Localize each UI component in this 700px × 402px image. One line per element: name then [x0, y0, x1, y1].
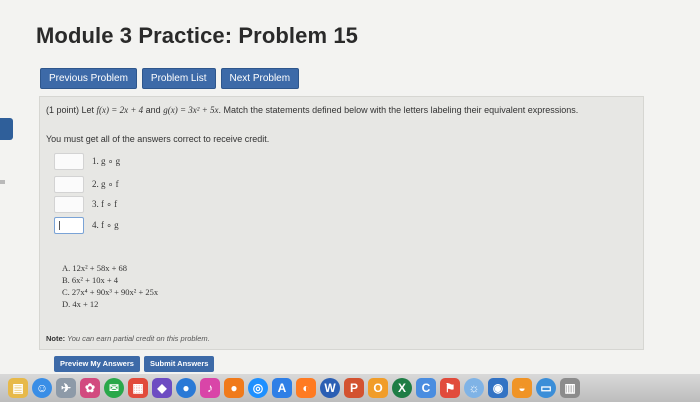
- blue-round-app-icon[interactable]: ●: [176, 378, 196, 398]
- question-label-4: 4. f ∘ g: [92, 220, 119, 230]
- system-app-icon[interactable]: ▭: [536, 378, 556, 398]
- answer-choice-d: D. 4x + 12: [62, 299, 99, 309]
- onenote-icon[interactable]: O: [368, 378, 388, 398]
- question-label-2: 2. g ∘ f: [92, 179, 119, 189]
- trash-icon[interactable]: ▥: [560, 378, 580, 398]
- itunes-icon[interactable]: ♪: [200, 378, 220, 398]
- page-title: Module 3 Practice: Problem 15: [36, 23, 359, 48]
- answer-input-2[interactable]: [54, 176, 84, 193]
- maps-app-icon[interactable]: ⚑: [440, 378, 460, 398]
- next-problem-button[interactable]: Next Problem: [220, 68, 300, 89]
- answer-input-3[interactable]: [54, 196, 84, 213]
- previous-problem-button[interactable]: Previous Problem: [40, 68, 137, 89]
- photos-app-icon[interactable]: ✿: [80, 378, 100, 398]
- left-sidebar-tab[interactable]: [0, 118, 13, 140]
- quicktime-icon[interactable]: ◉: [488, 378, 508, 398]
- question-row-2: 2. g ∘ f: [54, 176, 119, 193]
- chrome-icon[interactable]: C: [416, 378, 436, 398]
- credit-instructions: You must get all of the answers correct …: [46, 134, 270, 144]
- safari-icon[interactable]: ◎: [248, 378, 268, 398]
- question-row-1: 1. g ∘ g: [54, 153, 120, 170]
- f-definition: f(x) = 2x + 4: [96, 105, 144, 115]
- launchpad-icon[interactable]: ✈: [56, 378, 76, 398]
- word-icon[interactable]: W: [320, 378, 340, 398]
- question-row-3: 3. f ∘ f: [54, 196, 117, 213]
- note-text: You can earn partial credit on this prob…: [65, 334, 210, 343]
- powerpoint-icon[interactable]: P: [344, 378, 364, 398]
- answer-choices: A. 12x² + 58x + 68 B. 6x² + 10x + 4 C. 2…: [62, 262, 158, 310]
- g-definition: g(x) = 3x² + 5x: [163, 105, 219, 115]
- partial-credit-note: Note: You can earn partial credit on thi…: [46, 334, 210, 343]
- answer-actions: Preview My Answers Submit Answers: [54, 356, 215, 372]
- answer-choice-b: B. 6x² + 10x + 4: [62, 275, 119, 285]
- app-dock: ▤ ☺ ✈ ✿ ✉ ▦ ◆ ● ♪ ● ◎ A ◐ W P O X C ⚑ ☼ ◉ ◒ ▭ ▥: [0, 374, 700, 402]
- game-center-icon[interactable]: ◆: [152, 378, 172, 398]
- question-label-3: 3. f ∘ f: [92, 199, 118, 209]
- answer-choice-c: C. 27x⁴ + 90x³ + 90x² + 25x: [62, 287, 159, 297]
- answer-choice-a: A. 12x² + 58x + 68: [62, 263, 128, 273]
- app-store-icon[interactable]: A: [272, 378, 292, 398]
- prompt-suffix: . Match the statements defined below wit…: [218, 105, 579, 115]
- chat-app-icon[interactable]: ✉: [104, 378, 124, 398]
- preview-app-icon[interactable]: ☼: [464, 378, 484, 398]
- problem-statement: (1 point) Let f(x) = 2x + 4 and g(x) = 3…: [46, 104, 626, 116]
- prompt-and: and: [143, 105, 164, 115]
- firefox-icon[interactable]: ◐: [296, 378, 316, 398]
- finder-icon[interactable]: ☺: [32, 378, 52, 398]
- problem-list-button[interactable]: Problem List: [141, 68, 216, 89]
- answer-input-1[interactable]: [54, 153, 84, 170]
- cleanup-app-icon[interactable]: ◒: [512, 378, 532, 398]
- problem-navigation: Previous Problem Problem List Next Probl…: [40, 68, 300, 89]
- text-cursor: [59, 221, 60, 230]
- question-row-4: 4. f ∘ g: [54, 217, 119, 234]
- question-label-1: 1. g ∘ g: [92, 156, 121, 166]
- left-edge-marker: [0, 180, 5, 184]
- calendar-app-icon[interactable]: ▦: [128, 378, 148, 398]
- preview-answers-button[interactable]: Preview My Answers: [54, 356, 140, 372]
- submit-answers-button[interactable]: Submit Answers: [143, 356, 215, 372]
- note-label: Note:: [46, 334, 66, 343]
- prompt-prefix: (1 point) Let: [46, 105, 97, 115]
- orange-round-app-icon[interactable]: ●: [224, 378, 244, 398]
- answer-input-4[interactable]: [54, 217, 84, 234]
- excel-icon[interactable]: X: [392, 378, 412, 398]
- notes-app-icon[interactable]: ▤: [8, 378, 28, 398]
